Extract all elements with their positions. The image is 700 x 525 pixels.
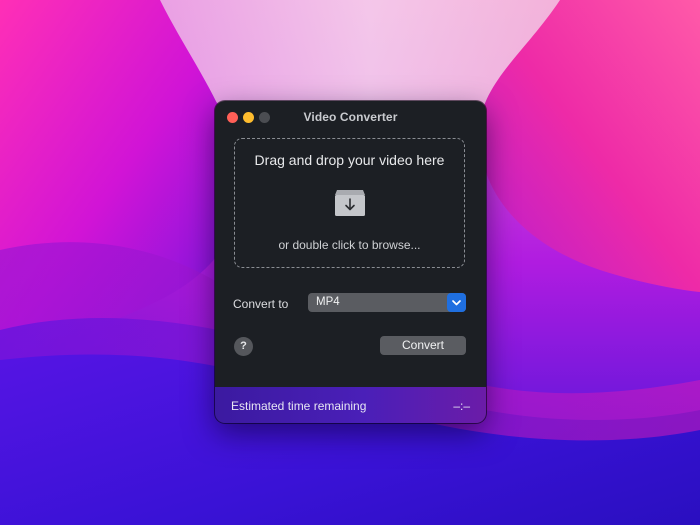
drop-zone-browse-hint: or double click to browse... [278, 238, 421, 252]
video-drop-zone[interactable]: Drag and drop your video here or double … [234, 138, 465, 268]
download-box-icon [334, 187, 366, 217]
video-converter-window: Video Converter Drag and drop your video… [215, 101, 486, 423]
estimated-time-value: –:– [453, 399, 470, 413]
chevron-down-icon[interactable] [447, 293, 466, 312]
convert-button[interactable]: Convert [380, 336, 466, 355]
convert-to-label: Convert to [233, 297, 289, 311]
format-select-value: MP4 [316, 296, 340, 308]
title-bar[interactable]: Video Converter [215, 101, 486, 133]
window-title: Video Converter [303, 110, 398, 124]
status-bar: Estimated time remaining –:– [215, 387, 486, 423]
estimated-time-label: Estimated time remaining [231, 399, 367, 413]
help-button[interactable]: ? [234, 337, 253, 356]
format-select[interactable]: MP4 [308, 293, 466, 312]
drop-zone-title: Drag and drop your video here [254, 152, 445, 168]
